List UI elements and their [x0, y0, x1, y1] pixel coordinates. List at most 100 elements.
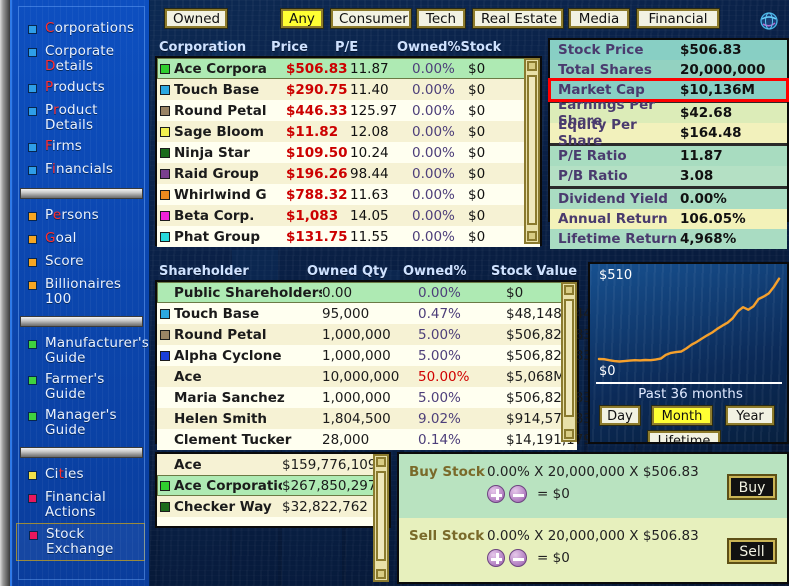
sell-stock-equation: 0.00% X 20,000,000 X $506.83 — [487, 528, 699, 544]
table-row[interactable]: Round Petal $446.33 125.97 0.00% $0 — [157, 100, 540, 121]
shareholder-table-scrollbar[interactable] — [561, 282, 577, 442]
corp-table-scrollbar[interactable] — [524, 58, 540, 244]
cell-owned-pct: 9.02% — [418, 411, 506, 427]
shareholder-table: Public Shareholders 0.00 0.00% $0 Touch Base… — [155, 280, 579, 444]
tab-consumer[interactable]: Consumer — [331, 9, 411, 28]
sidebar-item-score[interactable]: Score — [16, 251, 145, 274]
stat-row: Stock Price $506.83 — [550, 40, 787, 60]
cell-owned-pct: 0.00% — [412, 103, 468, 119]
sell-stock-label: Sell Stock — [409, 528, 484, 544]
tab-tech[interactable]: Tech — [417, 9, 465, 28]
cell-owned-pct: 5.00% — [418, 348, 506, 364]
sidebar-item-financial-actions[interactable]: Financial Actions — [16, 487, 145, 523]
tab-owned[interactable]: Owned — [165, 9, 227, 28]
sidebar-item-manufacturers-guide[interactable]: Manufacturer's Guide — [16, 333, 145, 369]
scroll-thumb[interactable] — [527, 75, 537, 225]
stat-row: Dividend Yield 0.00% — [550, 189, 787, 209]
buy-stock-section: Buy Stock 0.00% X 20,000,000 X $506.83 =… — [399, 454, 787, 518]
globe-icon[interactable] — [757, 10, 781, 32]
table-row[interactable]: Ace 10,000,000 50.00% $5,068M — [157, 366, 577, 387]
sidebar-item-firms[interactable]: Firms — [16, 136, 145, 159]
cell-owned-pct: 5.00% — [418, 390, 506, 406]
scroll-thumb[interactable] — [376, 471, 386, 561]
cell-owned-pct: 0.00% — [412, 145, 468, 161]
sell-decrease-icon[interactable] — [509, 549, 527, 567]
sidebar-item-stock-exchange[interactable]: Stock Exchange — [16, 523, 145, 561]
sidebar-item-cities[interactable]: Cities — [16, 464, 145, 487]
sidebar-item-product-details[interactable]: Product Details — [16, 100, 145, 136]
table-row[interactable]: Clement Tucker 28,000 0.14% $14,191,179 — [157, 429, 577, 450]
sidebar-item-managers-guide[interactable]: Manager's Guide — [16, 405, 145, 441]
sidebar-item-goal[interactable]: Goal — [16, 228, 145, 251]
scroll-thumb[interactable] — [564, 299, 574, 417]
tab-any[interactable]: Any — [281, 9, 323, 28]
table-row[interactable]: Touch Base $290.75 11.40 0.00% $0 — [157, 79, 540, 100]
sell-button[interactable]: Sell — [729, 540, 775, 562]
table-row[interactable]: Alpha Cyclone 1,000,000 5.00% $506,827,838 — [157, 345, 577, 366]
table-row[interactable]: Helen Smith 1,804,500 9.02% $914,570,835 — [157, 408, 577, 429]
cell-pe: 11.40 — [350, 82, 412, 98]
list-item[interactable]: Checker Way $32,822,762 — [157, 496, 389, 517]
table-row[interactable]: Touch Base 95,000 0.47% $48,148,644 — [157, 303, 577, 324]
scroll-up-button[interactable] — [527, 61, 537, 71]
sidebar-item-products[interactable]: Products — [16, 77, 145, 100]
stat-row: Equity Per Share $164.48 — [550, 123, 787, 143]
cell-owned-pct: 0.00% — [412, 82, 468, 98]
portfolio-scrollbar[interactable] — [373, 454, 389, 582]
buy-decrease-icon[interactable] — [509, 485, 527, 503]
sidebar-item-corporations[interactable]: Corporations — [16, 18, 145, 41]
nav-bullet-icon — [28, 166, 37, 175]
chart-range-lifetime[interactable]: Lifetime — [648, 431, 720, 444]
cell-stock-value: $506,827,838 — [506, 348, 600, 364]
table-row[interactable]: Phat Group $131.75 11.55 0.00% $0 — [157, 226, 540, 247]
tab-financial[interactable]: Financial — [637, 9, 719, 28]
list-item[interactable]: Ace Corporatio $267,850,297 — [157, 475, 389, 496]
chart-range-year[interactable]: Year — [726, 406, 774, 425]
sidebar-item-billionaires-100[interactable]: Billionaires 100 — [16, 274, 145, 310]
table-row[interactable]: Raid Group $196.26 98.44 0.00% $0 — [157, 163, 540, 184]
scroll-down-button[interactable] — [527, 231, 537, 241]
stat-value: $164.48 — [680, 125, 787, 141]
sidebar-item-farmers-guide[interactable]: Farmer's Guide — [16, 369, 145, 405]
chart-range-month[interactable]: Month — [652, 406, 712, 425]
cell-corporation: Beta Corp. — [174, 208, 286, 224]
table-row[interactable]: Beta Corp. $1,083 14.05 0.00% $0 — [157, 205, 540, 226]
chart-caption: Past 36 months — [590, 386, 789, 402]
scroll-down-button[interactable] — [376, 569, 386, 579]
stats-panel: Stock Price $506.83 Total Shares 20,000,000… — [548, 38, 789, 222]
buy-button[interactable]: Buy — [729, 476, 775, 498]
table-row[interactable]: Public Shareholders 0.00 0.00% $0 — [157, 282, 577, 303]
chart-line — [596, 272, 782, 382]
table-row[interactable]: Round Petal 1,000,000 5.00% $506,827,838 — [157, 324, 577, 345]
table-row[interactable]: Whirlwind G $788.32 11.63 0.00% $0 — [157, 184, 540, 205]
corp-color-icon — [160, 211, 170, 221]
tab-real-estate[interactable]: Real Estate — [473, 9, 563, 28]
scroll-up-button[interactable] — [564, 285, 574, 295]
sidebar-item-label: Persons — [45, 208, 99, 223]
portfolio-list: Ace $159,776,109 Ace Corporatio $267,850,29… — [155, 452, 391, 528]
tab-media[interactable]: Media — [569, 9, 629, 28]
cell-owned-pct: 0.00% — [418, 285, 506, 301]
sidebar-item-label: Products — [45, 80, 105, 95]
list-item[interactable]: Ace $159,776,109 — [157, 454, 389, 475]
scroll-up-button[interactable] — [376, 457, 386, 467]
table-row[interactable]: Ninja Star $109.50 10.24 0.00% $0 — [157, 142, 540, 163]
cell-owned-pct: 5.00% — [418, 327, 506, 343]
sidebar-divider — [20, 447, 143, 458]
sell-increase-icon[interactable] — [487, 549, 505, 567]
sidebar-item-corporate-details[interactable]: Corporate Details — [16, 41, 145, 77]
nav-bullet-icon — [28, 258, 37, 267]
chart-range-day[interactable]: Day — [600, 406, 640, 425]
cell-price: $109.50 — [286, 145, 350, 161]
sidebar-item-financials[interactable]: Financials — [16, 159, 145, 182]
table-row[interactable]: Sage Bloom $11.82 12.08 0.00% $0 — [157, 121, 540, 142]
scroll-down-button[interactable] — [564, 429, 574, 439]
cell-price: $446.33 — [286, 103, 350, 119]
buy-increase-icon[interactable] — [487, 485, 505, 503]
nav-bullet-icon — [28, 84, 37, 93]
table-row[interactable]: Maria Sanchez 1,000,000 5.00% $506,827,838 — [157, 387, 577, 408]
corp-color-icon — [160, 148, 170, 158]
table-row[interactable]: Ace Corpora $506.83 11.87 0.00% $0 — [157, 58, 540, 79]
buy-stock-label: Buy Stock — [409, 464, 485, 480]
sidebar-item-persons[interactable]: Persons — [16, 205, 145, 228]
